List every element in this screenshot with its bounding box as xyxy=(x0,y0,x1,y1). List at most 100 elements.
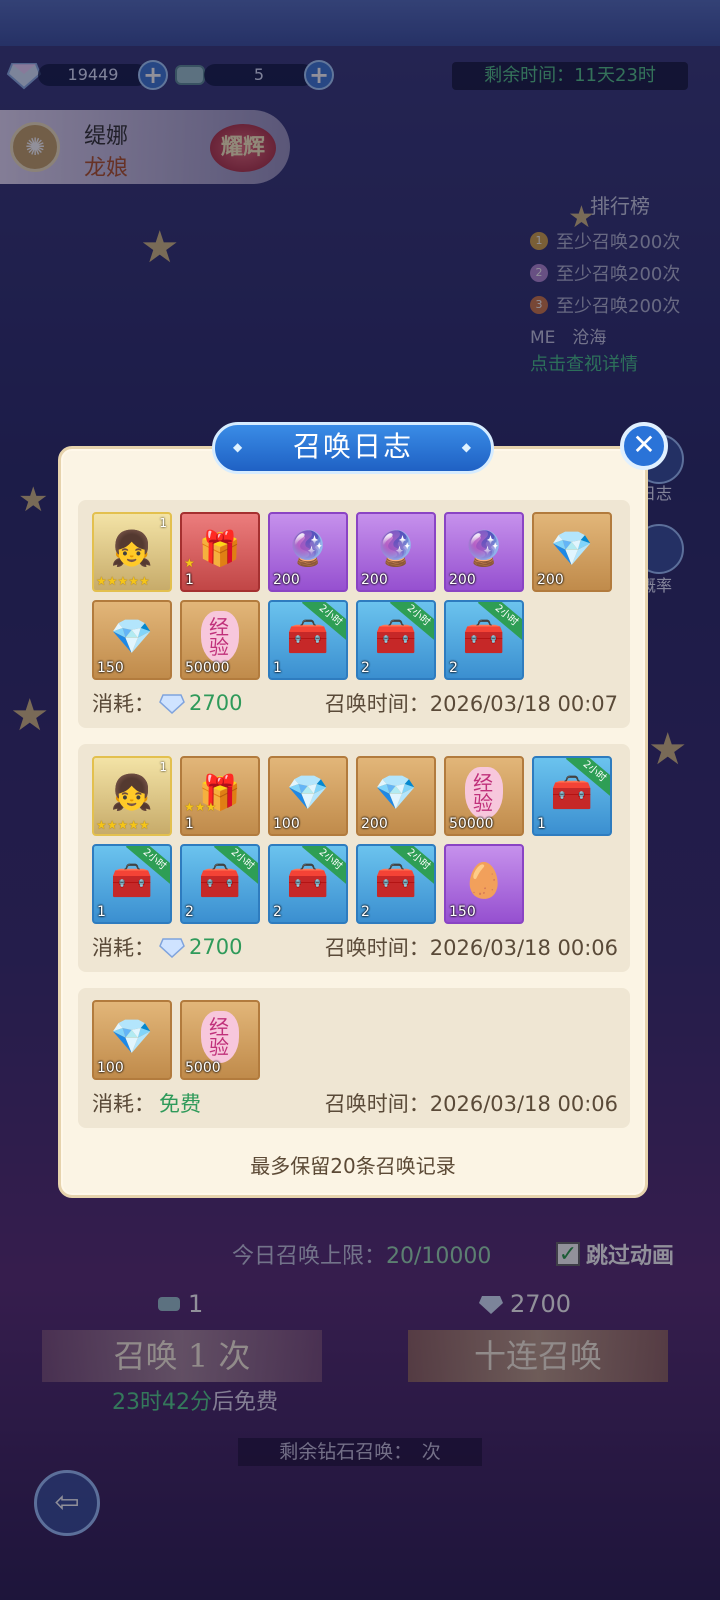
cost-info: 消耗： 2700 xyxy=(92,688,242,718)
cost-label: 消耗： xyxy=(92,936,155,960)
exp-heart-icon: 经验 xyxy=(465,766,503,819)
dialog-title: 召唤日志 xyxy=(212,422,494,474)
gem-icon xyxy=(159,938,185,958)
crystal-orb-icon: 🔮 xyxy=(462,528,506,569)
reward-quantity: 2 xyxy=(449,660,458,676)
time-value: 2026/03/18 00:06 xyxy=(429,936,618,960)
reward-quantity: 2 xyxy=(361,904,370,920)
reward-item[interactable]: 🧰 2小时 2 xyxy=(356,844,436,924)
level-label: 1 xyxy=(159,760,167,774)
hero-portrait-icon: 👧 xyxy=(110,772,154,813)
reward-item[interactable]: 经验 50000 xyxy=(444,756,524,836)
reward-grid: 💎 100 经验 5000 xyxy=(92,1000,618,1080)
treasure-chest-icon: 🧰 xyxy=(462,616,506,657)
cost-info: 消耗： 免费 xyxy=(92,1088,201,1118)
reward-quantity: 2 xyxy=(185,904,194,920)
mystery-box-red-icon: 🎁 xyxy=(198,528,242,569)
reward-quantity: 200 xyxy=(537,572,564,588)
hero-portrait-icon: 👧 xyxy=(110,528,154,569)
treasure-chest-icon: 🧰 xyxy=(550,772,594,813)
treasure-chest-icon: 🧰 xyxy=(110,860,154,901)
reward-item[interactable]: 🎁 ★★★ 1 xyxy=(180,756,260,836)
summon-time: 召唤时间：2026/03/18 00:07 xyxy=(325,688,618,718)
reward-quantity: 200 xyxy=(361,572,388,588)
reward-item[interactable]: 🧰 2小时 2 xyxy=(180,844,260,924)
record-meta: 消耗： 2700 召唤时间：2026/03/18 00:07 xyxy=(92,688,618,718)
reward-item[interactable]: 👧 1 ★★★★★ xyxy=(92,756,172,836)
cost-label: 消耗： xyxy=(92,692,155,716)
record-meta: 消耗： 2700 召唤时间：2026/03/18 00:06 xyxy=(92,932,618,962)
star-rating-icon: ★★★ xyxy=(184,800,217,814)
level-label: 1 xyxy=(159,516,167,530)
summon-time: 召唤时间：2026/03/18 00:06 xyxy=(325,1088,618,1118)
reward-item[interactable]: 🧰 2小时 1 xyxy=(532,756,612,836)
reward-quantity: 150 xyxy=(449,904,476,920)
reward-item[interactable]: 🧰 2小时 2 xyxy=(356,600,436,680)
summon-log-list[interactable]: 👧 1 ★★★★★ 🎁 ★ 1 🔮 200 🔮 200 🔮 200 💎 200 💎 150 经验 50000 🧰 2小… xyxy=(78,500,630,1130)
reward-item[interactable]: 🧰 2小时 1 xyxy=(268,600,348,680)
cost-label: 消耗： xyxy=(92,1092,155,1116)
time-value: 2026/03/18 00:06 xyxy=(429,1092,618,1116)
reward-quantity: 1 xyxy=(537,816,546,832)
reward-quantity: 200 xyxy=(361,816,388,832)
reward-item[interactable]: 💎 100 xyxy=(92,1000,172,1080)
reward-item[interactable]: 🥚 150 xyxy=(444,844,524,924)
reward-item[interactable]: 🎁 ★ 1 xyxy=(180,512,260,592)
diamond-icon: 💎 xyxy=(110,616,154,657)
reward-item[interactable]: 🧰 2小时 2 xyxy=(268,844,348,924)
reward-item[interactable]: 经验 5000 xyxy=(180,1000,260,1080)
time-value: 2026/03/18 00:07 xyxy=(429,692,618,716)
summon-time: 召唤时间：2026/03/18 00:06 xyxy=(325,932,618,962)
reward-quantity: 1 xyxy=(185,816,194,832)
exp-heart-icon: 经验 xyxy=(201,610,239,663)
diamond-icon: 💎 xyxy=(374,772,418,813)
record-meta: 消耗： 免费 召唤时间：2026/03/18 00:06 xyxy=(92,1088,618,1118)
reward-item[interactable]: 经验 50000 xyxy=(180,600,260,680)
reward-item[interactable]: 🧰 2小时 2 xyxy=(444,600,524,680)
record-limit-note: 最多保留20条召唤记录 xyxy=(250,1154,456,1178)
time-label: 召唤时间： xyxy=(324,1092,430,1116)
reward-grid: 👧 1 ★★★★★ 🎁 ★★★ 1 💎 100 💎 200 经验 50000 🧰 2小时 1 🧰 2小时 1 🧰 2小… xyxy=(92,756,618,924)
treasure-chest-icon: 🧰 xyxy=(374,860,418,901)
reward-quantity: 50000 xyxy=(449,816,494,832)
golden-egg-icon: 🥚 xyxy=(462,860,506,901)
reward-quantity: 2 xyxy=(273,904,282,920)
reward-item[interactable]: 👧 1 ★★★★★ xyxy=(92,512,172,592)
reward-item[interactable]: 💎 200 xyxy=(532,512,612,592)
cost-value: 2700 xyxy=(189,691,243,715)
summon-record: 💎 100 经验 5000 消耗： 免费 召唤时间：2026/03/18 00:06 xyxy=(78,988,630,1128)
reward-quantity: 5000 xyxy=(185,1060,221,1076)
summon-record: 👧 1 ★★★★★ 🎁 ★★★ 1 💎 100 💎 200 经验 50000 🧰 2小时 1 🧰 2小时 1 🧰 2小… xyxy=(78,744,630,972)
cost-value: 免费 xyxy=(159,1092,201,1116)
close-icon: ✕ xyxy=(632,428,656,461)
treasure-chest-icon: 🧰 xyxy=(286,616,330,657)
diamond-icon: 💎 xyxy=(286,772,330,813)
time-label: 召唤时间： xyxy=(324,936,430,960)
treasure-chest-icon: 🧰 xyxy=(374,616,418,657)
reward-item[interactable]: 💎 200 xyxy=(356,756,436,836)
crystal-orb-icon: 🔮 xyxy=(374,528,418,569)
reward-item[interactable]: 🔮 200 xyxy=(268,512,348,592)
cost-value: 2700 xyxy=(189,935,243,959)
reward-item[interactable]: 🧰 2小时 1 xyxy=(92,844,172,924)
reward-quantity: 2 xyxy=(361,660,370,676)
reward-quantity: 1 xyxy=(273,660,282,676)
reward-item[interactable]: 🔮 200 xyxy=(356,512,436,592)
reward-item[interactable]: 💎 150 xyxy=(92,600,172,680)
diamond-icon: 💎 xyxy=(110,1016,154,1057)
reward-quantity: 1 xyxy=(185,572,194,588)
reward-item[interactable]: 💎 100 xyxy=(268,756,348,836)
cost-info: 消耗： 2700 xyxy=(92,932,242,962)
time-label: 召唤时间： xyxy=(324,692,430,716)
crystal-orb-icon: 🔮 xyxy=(286,528,330,569)
close-button[interactable]: ✕ xyxy=(620,422,668,470)
star-rating-icon: ★ xyxy=(184,556,195,570)
reward-item[interactable]: 🔮 200 xyxy=(444,512,524,592)
reward-quantity: 200 xyxy=(449,572,476,588)
exp-heart-icon: 经验 xyxy=(201,1010,239,1063)
treasure-chest-icon: 🧰 xyxy=(198,860,242,901)
reward-quantity: 1 xyxy=(97,904,106,920)
treasure-chest-icon: 🧰 xyxy=(286,860,330,901)
summon-record: 👧 1 ★★★★★ 🎁 ★ 1 🔮 200 🔮 200 🔮 200 💎 200 💎 150 经验 50000 🧰 2小… xyxy=(78,500,630,728)
reward-quantity: 150 xyxy=(97,660,124,676)
